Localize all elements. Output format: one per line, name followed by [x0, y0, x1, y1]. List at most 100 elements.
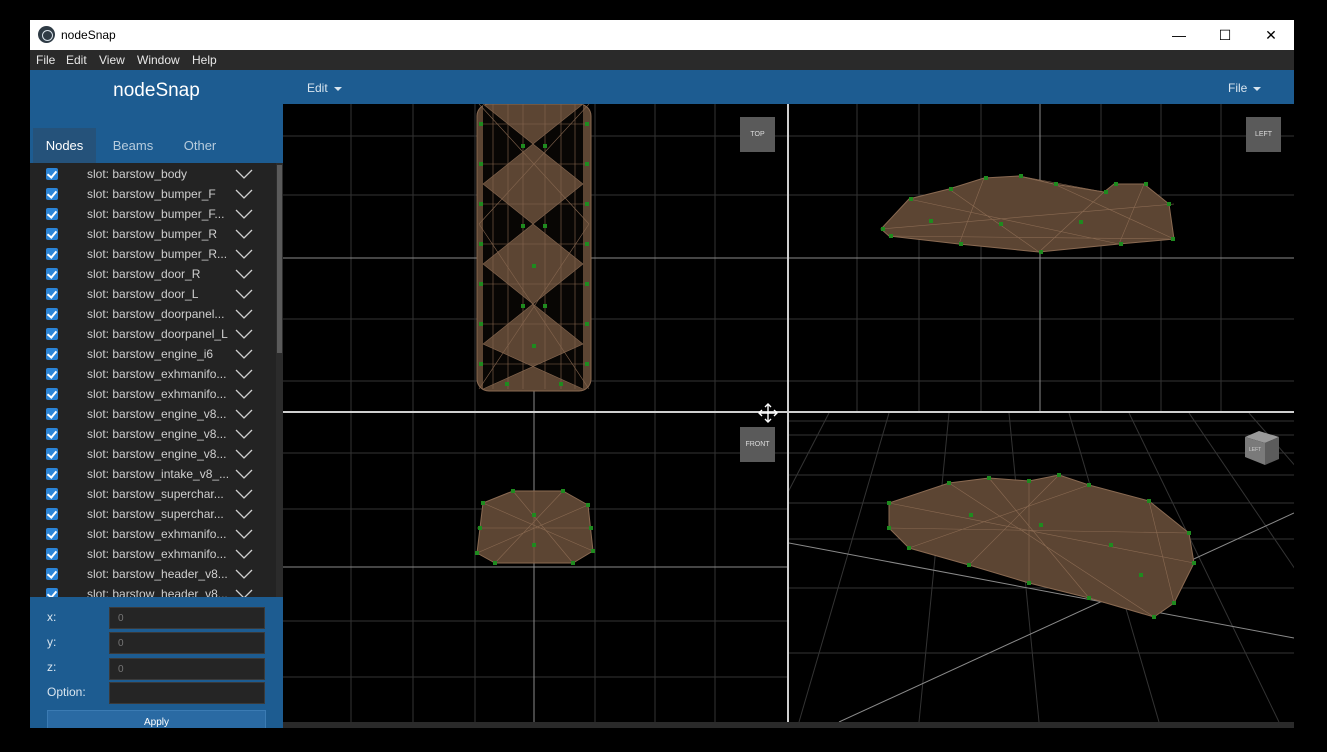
chevron-down-icon[interactable] — [235, 329, 253, 339]
checkbox-checked-icon[interactable] — [46, 288, 58, 300]
chevron-down-icon[interactable] — [235, 169, 253, 179]
tab-nodes[interactable]: Nodes — [33, 128, 96, 163]
x-input[interactable] — [109, 607, 265, 629]
list-item[interactable]: slot: barstow_engine_v8... — [30, 424, 275, 444]
slot-label: slot: barstow_superchar... — [87, 507, 224, 521]
option-input[interactable] — [109, 682, 265, 704]
checkbox-checked-icon[interactable] — [46, 228, 58, 240]
list-item[interactable]: slot: barstow_header_v8... — [30, 584, 275, 597]
checkbox-checked-icon[interactable] — [46, 468, 58, 480]
checkbox-checked-icon[interactable] — [46, 408, 58, 420]
checkbox-checked-icon[interactable] — [46, 188, 58, 200]
list-item[interactable]: slot: barstow_bumper_F — [30, 184, 275, 204]
chevron-down-icon[interactable] — [235, 389, 253, 399]
list-item[interactable]: slot: barstow_engine_v8... — [30, 404, 275, 424]
checkbox-checked-icon[interactable] — [46, 168, 58, 180]
chevron-down-icon[interactable] — [235, 549, 253, 559]
list-item[interactable]: slot: barstow_engine_v8... — [30, 444, 275, 464]
list-item[interactable]: slot: barstow_exhmanifo... — [30, 544, 275, 564]
chevron-down-icon[interactable] — [235, 309, 253, 319]
list-item[interactable]: slot: barstow_engine_i6 — [30, 344, 275, 364]
chevron-down-icon[interactable] — [235, 189, 253, 199]
checkbox-checked-icon[interactable] — [46, 368, 58, 380]
checkbox-checked-icon[interactable] — [46, 548, 58, 560]
list-item[interactable]: slot: barstow_doorpanel_L — [30, 324, 275, 344]
y-input[interactable] — [109, 632, 265, 654]
list-item[interactable]: slot: barstow_exhmanifo... — [30, 524, 275, 544]
list-item[interactable]: slot: barstow_doorpanel... — [30, 304, 275, 324]
list-item[interactable]: slot: barstow_exhmanifo... — [30, 364, 275, 384]
list-item[interactable]: slot: barstow_header_v8... — [30, 564, 275, 584]
orientation-cube-icon[interactable]: LEFT — [1241, 429, 1281, 467]
chevron-down-icon[interactable] — [235, 469, 253, 479]
menu-view[interactable]: View — [99, 53, 125, 67]
chevron-down-icon[interactable] — [235, 289, 253, 299]
list-item[interactable]: slot: barstow_bumper_F... — [30, 204, 275, 224]
chevron-down-icon[interactable] — [235, 429, 253, 439]
view-label-front[interactable]: FRONT — [740, 427, 775, 462]
checkbox-checked-icon[interactable] — [46, 208, 58, 220]
z-input[interactable] — [109, 658, 265, 680]
chevron-down-icon[interactable] — [235, 449, 253, 459]
checkbox-checked-icon[interactable] — [46, 488, 58, 500]
checkbox-checked-icon[interactable] — [46, 388, 58, 400]
list-item[interactable]: slot: barstow_exhmanifo... — [30, 384, 275, 404]
file-dropdown[interactable]: File — [1228, 81, 1262, 95]
list-scrollbar[interactable] — [276, 163, 283, 597]
checkbox-checked-icon[interactable] — [46, 528, 58, 540]
node-slot-list[interactable]: slot: barstow_body slot: barstow_bumper_F… — [30, 163, 283, 597]
tab-beams[interactable]: Beams — [100, 128, 166, 163]
chevron-down-icon[interactable] — [235, 209, 253, 219]
list-item[interactable]: slot: barstow_superchar... — [30, 504, 275, 524]
viewport-top[interactable]: TOP — [283, 104, 787, 411]
menu-help[interactable]: Help — [192, 53, 217, 67]
list-item[interactable]: slot: barstow_bumper_R... — [30, 244, 275, 264]
chevron-down-icon[interactable] — [235, 489, 253, 499]
list-item[interactable]: slot: barstow_body — [30, 164, 275, 184]
checkbox-checked-icon[interactable] — [46, 568, 58, 580]
chevron-down-icon[interactable] — [235, 509, 253, 519]
menu-file[interactable]: File — [36, 53, 55, 67]
chevron-down-icon[interactable] — [235, 369, 253, 379]
checkbox-checked-icon[interactable] — [46, 428, 58, 440]
checkbox-checked-icon[interactable] — [46, 308, 58, 320]
checkbox-checked-icon[interactable] — [46, 448, 58, 460]
title-bar[interactable]: nodeSnap — ☐ ✕ — [30, 20, 1294, 50]
tab-other[interactable]: Other — [168, 128, 232, 163]
view-label-left[interactable]: LEFT — [1246, 117, 1281, 152]
chevron-down-icon[interactable] — [235, 529, 253, 539]
apply-button[interactable]: Apply — [47, 710, 266, 728]
checkbox-checked-icon[interactable] — [46, 248, 58, 260]
checkbox-checked-icon[interactable] — [46, 268, 58, 280]
close-button[interactable]: ✕ — [1248, 20, 1294, 50]
chevron-down-icon[interactable] — [235, 589, 253, 597]
menu-edit[interactable]: Edit — [66, 53, 87, 67]
viewport-front[interactable]: FRONT — [283, 413, 787, 722]
menu-window[interactable]: Window — [137, 53, 180, 67]
chevron-down-icon[interactable] — [235, 269, 253, 279]
chevron-down-icon[interactable] — [235, 249, 253, 259]
minimize-button[interactable]: — — [1156, 20, 1202, 50]
chevron-down-icon[interactable] — [235, 569, 253, 579]
checkbox-checked-icon[interactable] — [46, 348, 58, 360]
list-item[interactable]: slot: barstow_door_L — [30, 284, 275, 304]
slot-label: slot: barstow_body — [87, 167, 188, 181]
checkbox-checked-icon[interactable] — [46, 328, 58, 340]
chevron-down-icon[interactable] — [235, 409, 253, 419]
list-item[interactable]: slot: barstow_door_R — [30, 264, 275, 284]
scrollbar-thumb[interactable] — [277, 165, 282, 353]
chevron-down-icon[interactable] — [235, 229, 253, 239]
checkbox-checked-icon[interactable] — [46, 508, 58, 520]
edit-dropdown[interactable]: Edit — [307, 81, 342, 95]
list-item[interactable]: slot: barstow_superchar... — [30, 484, 275, 504]
viewport-perspective[interactable]: LEFT — [789, 413, 1294, 722]
list-item[interactable]: slot: barstow_bumper_R — [30, 224, 275, 244]
slot-label: slot: barstow_engine_v8... — [87, 447, 227, 461]
slot-label: slot: barstow_exhmanifo... — [87, 367, 227, 381]
viewport-left[interactable]: LEFT — [789, 104, 1294, 411]
view-label-top[interactable]: TOP — [740, 117, 775, 152]
maximize-button[interactable]: ☐ — [1202, 20, 1248, 50]
checkbox-checked-icon[interactable] — [46, 588, 58, 597]
chevron-down-icon[interactable] — [235, 349, 253, 359]
list-item[interactable]: slot: barstow_intake_v8_... — [30, 464, 275, 484]
